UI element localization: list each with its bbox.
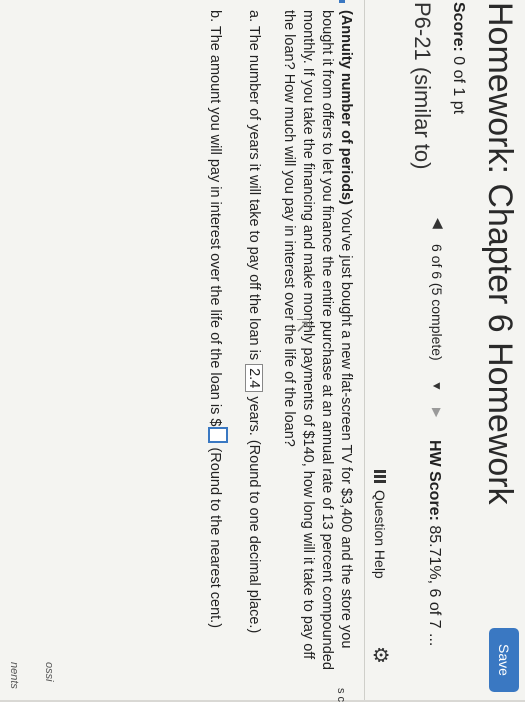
save-button[interactable]: Save xyxy=(489,628,519,692)
part-b-hint: (Round to the nearest cent.) xyxy=(207,447,223,629)
part-a-prefix: a. The number of years it will take to p… xyxy=(246,10,262,361)
part-b-answer-field[interactable] xyxy=(208,427,228,444)
next-question-icon[interactable]: ▶ xyxy=(430,408,444,417)
question-text: (Annuity number of periods) You've just … xyxy=(279,10,355,680)
question-help-button[interactable]: Question Help xyxy=(372,470,388,579)
question-help-label: Question Help xyxy=(372,490,388,579)
left-edge-marker xyxy=(339,0,345,3)
hw-score-value: 85.71%, 6 of 7 ... xyxy=(426,525,443,647)
question-topic: (Annuity number of periods) xyxy=(338,10,354,205)
previous-question-icon[interactable]: ◀ xyxy=(430,218,447,229)
hw-score-label: HW Score: xyxy=(426,440,443,521)
part-a: a. The number of years it will take to p… xyxy=(245,10,263,633)
homework-screen: Homework: Chapter 6 Homework Save Score:… xyxy=(0,0,525,702)
part-b: b. The amount you will pay in interest o… xyxy=(207,10,228,628)
part-a-hint: (Round to one decimal place.) xyxy=(246,439,262,634)
score-display: Score: 0 of 1 pt xyxy=(449,2,467,114)
part-b-prefix: b. The amount you will pay in interest o… xyxy=(207,10,223,427)
edge-text-b: ossi xyxy=(43,662,55,682)
hw-score-display: HW Score: 85.71%, 6 of 7 ... xyxy=(425,440,443,646)
divider xyxy=(364,0,365,700)
list-icon xyxy=(374,470,386,484)
mouse-cursor-icon: ⇱ xyxy=(293,318,313,334)
chevron-down-icon[interactable]: ▼ xyxy=(430,380,444,392)
edge-text-c: nents xyxy=(8,662,20,689)
score-value: 0 of 1 pt xyxy=(450,56,467,115)
part-a-suffix: years. xyxy=(246,396,262,436)
score-label: Score: xyxy=(450,2,467,52)
question-progress[interactable]: 6 of 6 (5 complete) xyxy=(429,244,445,361)
page-title: Homework: Chapter 6 Homework xyxy=(481,2,519,505)
gear-icon[interactable]: ⚙ xyxy=(368,646,393,664)
problem-id: P6-21 (similar to) xyxy=(410,2,435,170)
part-a-answer-field[interactable]: 2.4 xyxy=(245,364,263,393)
